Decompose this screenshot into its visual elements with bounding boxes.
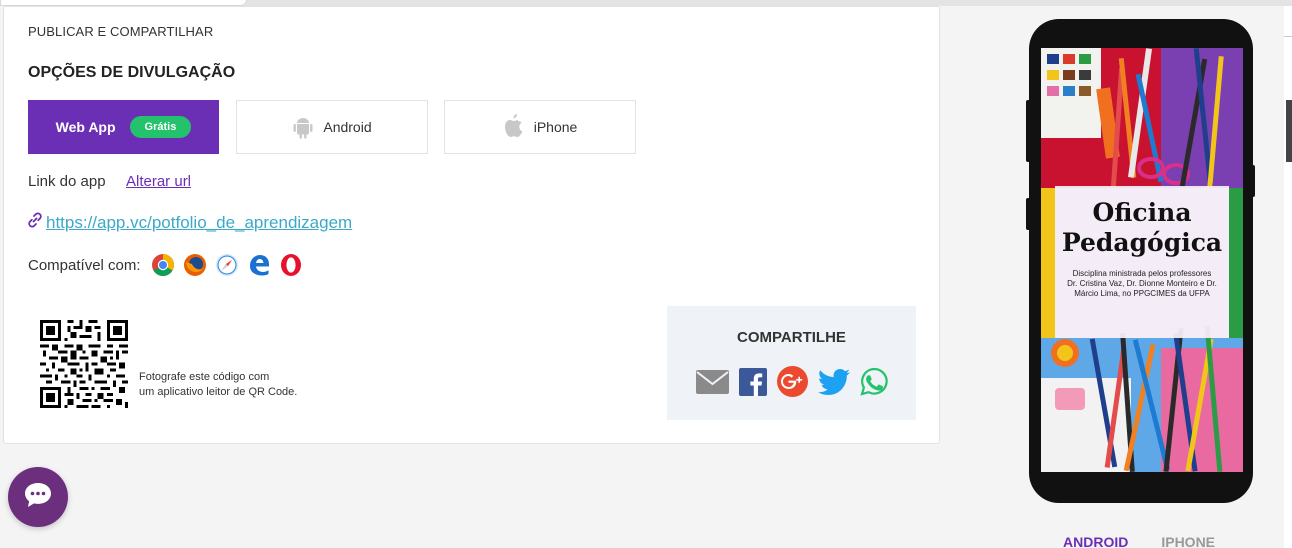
email-icon[interactable] bbox=[696, 369, 729, 394]
share-icons bbox=[696, 366, 899, 397]
iphone-label: iPhone bbox=[533, 119, 578, 135]
preview-tabs: ANDROID IPHONE bbox=[1063, 534, 1215, 548]
free-badge: Grátis bbox=[129, 116, 192, 138]
edge-icon bbox=[247, 253, 271, 277]
right-edge-divider bbox=[1284, 36, 1292, 37]
alter-url-link[interactable]: Alterar url bbox=[126, 173, 191, 190]
publish-card: PUBLICAR E COMPARTILHAR OPÇÕES DE DIVULG… bbox=[3, 6, 940, 444]
link-icon bbox=[26, 211, 44, 234]
android-option[interactable]: Android bbox=[236, 100, 428, 154]
cover-subtitle: Disciplina ministrada pelos professores … bbox=[1041, 269, 1243, 299]
section-title: OPÇÕES DE DIVULGAÇÃO bbox=[28, 64, 236, 81]
browser-list bbox=[151, 253, 311, 277]
qr-instructions-line-2: um aplicativo leitor de QR Code. bbox=[139, 386, 298, 398]
section-label: PUBLICAR E COMPARTILHAR bbox=[28, 24, 214, 39]
web-app-label: Web App bbox=[55, 119, 116, 135]
opera-icon bbox=[279, 253, 303, 277]
cover-title-line-2: Pedagógica bbox=[1061, 228, 1223, 257]
qr-code bbox=[40, 320, 128, 408]
cover-title: Oficina Pedagógica bbox=[1041, 198, 1243, 258]
cover-illustration bbox=[1041, 48, 1243, 472]
web-app-option[interactable]: Web App Grátis bbox=[28, 100, 219, 154]
tab-iphone[interactable]: IPHONE bbox=[1161, 534, 1215, 548]
chat-button[interactable] bbox=[8, 467, 68, 527]
cover-title-line-1: Oficina bbox=[1092, 198, 1192, 227]
right-edge-panel bbox=[1284, 6, 1292, 548]
qr-instructions-line-1: Fotografe este código com bbox=[139, 371, 270, 383]
whatsapp-icon[interactable] bbox=[860, 367, 889, 396]
phone-screen: Oficina Pedagógica Disciplina ministrada… bbox=[1041, 48, 1243, 472]
google-plus-icon[interactable] bbox=[777, 366, 808, 397]
iphone-option[interactable]: iPhone bbox=[444, 100, 636, 154]
safari-icon bbox=[215, 253, 239, 277]
right-scrollbar[interactable] bbox=[1286, 100, 1292, 162]
share-box: COMPARTILHE bbox=[667, 306, 916, 420]
tab-android[interactable]: ANDROID bbox=[1063, 534, 1128, 548]
app-url-text: https://app.vc/potfolio_de_aprendizagem bbox=[46, 212, 353, 232]
cover-subtitle-line-3: Márcio Lima, no PPGCIMES da UFPA bbox=[1074, 289, 1210, 298]
firefox-icon bbox=[183, 253, 207, 277]
compat-label: Compatível com: bbox=[28, 256, 141, 274]
facebook-icon[interactable] bbox=[739, 367, 767, 396]
android-icon bbox=[292, 115, 314, 139]
twitter-icon[interactable] bbox=[818, 368, 850, 395]
share-title: COMPARTILHE bbox=[737, 329, 846, 346]
app-url-link[interactable]: https://app.vc/potfolio_de_aprendizagem bbox=[26, 211, 352, 234]
cover-subtitle-line-2: Dr. Cristina Vaz, Dr. Dionne Monteiro e … bbox=[1067, 279, 1217, 288]
link-label: Link do app bbox=[28, 173, 106, 190]
apple-icon bbox=[503, 114, 525, 140]
compat-row: Compatível com: bbox=[28, 253, 311, 277]
chat-bubble-icon bbox=[23, 481, 53, 514]
qr-instructions: Fotografe este código com um aplicativo … bbox=[139, 370, 297, 400]
chrome-icon bbox=[151, 253, 175, 277]
cover-subtitle-line-1: Disciplina ministrada pelos professores bbox=[1072, 269, 1212, 278]
android-label: Android bbox=[323, 119, 372, 135]
